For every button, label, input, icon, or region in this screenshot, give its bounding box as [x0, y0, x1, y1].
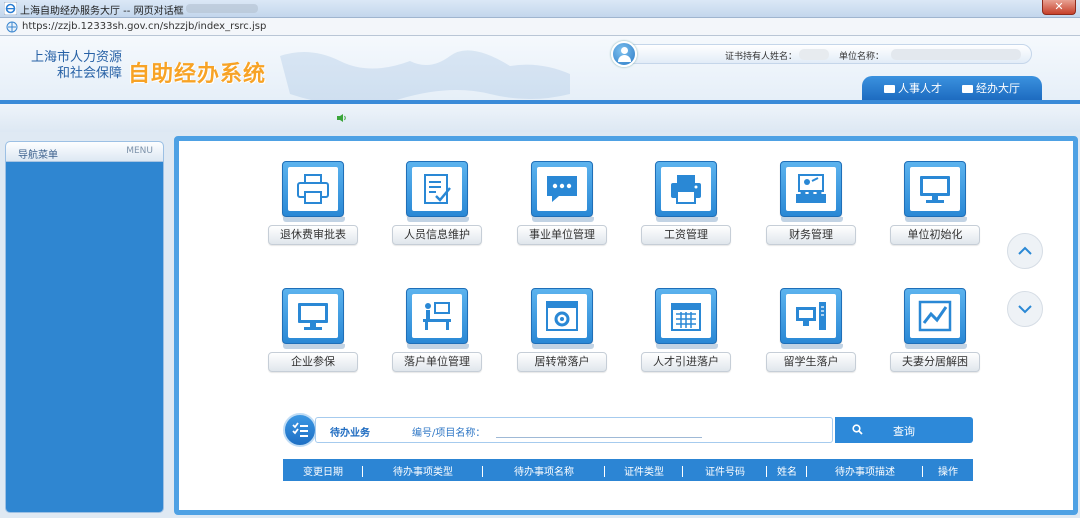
function-label: 留学生落户 — [766, 352, 856, 372]
nav-sidebar: 导航菜单 MENU — [5, 141, 164, 513]
column-header: 操作 — [938, 466, 958, 478]
user-info-bar: 证书持有人姓名： 单位名称： — [611, 41, 1032, 67]
function-overseas-student[interactable]: 留学生落户 — [766, 288, 856, 378]
system-name: 自助经办系统 — [128, 61, 267, 87]
function-label: 居转常落户 — [517, 352, 607, 372]
main-panel: 退休费审批表 人员信息维护 事业单位管理 工资管理 财务管理 单位初始化 企业参… — [174, 136, 1078, 515]
function-settlement-unit[interactable]: 落户单位管理 — [392, 288, 482, 378]
query-button[interactable]: 查询 — [835, 417, 973, 443]
computer-tower-icon — [780, 288, 843, 349]
speaker-icon[interactable] — [336, 113, 347, 123]
function-residence-transfer[interactable]: 居转常落户 — [517, 288, 607, 378]
column-header: 证件号码 — [683, 463, 767, 478]
notice-bar — [0, 104, 1080, 132]
query-button-label: 查询 — [893, 425, 915, 438]
tab-service-hall[interactable]: 经办大厅 — [962, 80, 1020, 96]
org-name: 上海市人力资源 和社会保障 — [18, 50, 122, 82]
building-icon — [962, 85, 973, 93]
chart-icon — [904, 288, 967, 349]
function-personnel-info[interactable]: 人员信息维护 — [392, 161, 482, 251]
function-unit-init[interactable]: 单位初始化 — [890, 161, 980, 251]
search-icon — [852, 424, 863, 435]
function-label: 夫妻分居解困 — [890, 352, 980, 372]
function-enterprise-insurance[interactable]: 企业参保 — [268, 288, 358, 378]
close-button[interactable]: ✕ — [1042, 0, 1076, 15]
unit-name-redacted — [891, 49, 1021, 60]
function-label: 人员信息维护 — [392, 225, 482, 245]
browser-gear-icon — [531, 288, 594, 349]
function-label: 单位初始化 — [890, 225, 980, 245]
function-label: 企业参保 — [268, 352, 358, 372]
document-edit-icon — [406, 161, 469, 222]
function-talent-settlement[interactable]: 人才引进落户 — [641, 288, 731, 378]
url-text[interactable]: https://zzjb.12333sh.gov.cn/shzzjb/index… — [22, 21, 266, 32]
column-header: 待办事项描述 — [807, 463, 923, 478]
org-name-line1: 上海市人力资源 — [30, 50, 122, 65]
function-label: 退休费审批表 — [268, 225, 358, 245]
todo-title: 待办业务 — [330, 428, 370, 439]
column-header: 待办事项名称 — [483, 463, 605, 478]
todo-table-header: 变更日期 待办事项类型 待办事项名称 证件类型 证件号码 姓名 待办事项描述 操… — [283, 459, 973, 481]
presentation-icon — [780, 161, 843, 222]
page-header: 上海市人力资源 和社会保障 自助经办系统 证书持有人姓名： 单位名称： 人事人才… — [0, 36, 1080, 100]
function-public-unit[interactable]: 事业单位管理 — [517, 161, 607, 251]
monitor-icon — [282, 288, 345, 349]
function-label: 人才引进落户 — [641, 352, 731, 372]
page-icon — [6, 21, 18, 33]
function-couple-separation[interactable]: 夫妻分居解困 — [890, 288, 980, 378]
chat-bubble-icon — [531, 161, 594, 222]
user-avatar-icon — [611, 41, 637, 67]
tab-personnel-label: 人事人才 — [898, 82, 942, 95]
column-header: 待办事项类型 — [363, 463, 483, 478]
scroll-down-button[interactable] — [1007, 291, 1043, 327]
header-tabs: 人事人才 经办大厅 — [862, 76, 1042, 100]
function-label: 落户单位管理 — [392, 352, 482, 372]
address-bar: https://zzjb.12333sh.gov.cn/shzzjb/index… — [0, 18, 1080, 36]
todo-list-icon — [283, 413, 317, 447]
todo-section: 待办业务 编号/项目名称： 查询 — [283, 413, 973, 449]
holder-name-redacted — [799, 49, 829, 60]
chevron-down-icon — [1018, 305, 1032, 314]
monitor-icon — [884, 85, 895, 93]
function-label: 财务管理 — [766, 225, 856, 245]
close-icon: ✕ — [1054, 0, 1064, 13]
org-name-line2: 和社会保障 — [56, 66, 122, 81]
function-finance[interactable]: 财务管理 — [766, 161, 856, 251]
ie-icon — [4, 2, 17, 15]
nav-sidebar-menu-label: MENU — [126, 146, 153, 156]
world-map-decoration — [280, 50, 570, 100]
printer-icon — [282, 161, 345, 222]
todo-search-bar: 待办业务 编号/项目名称： — [315, 417, 833, 443]
tab-service-hall-label: 经办大厅 — [976, 82, 1020, 95]
todo-search-input[interactable] — [496, 425, 702, 438]
window-titlebar: 上海自助经办服务大厅 -- 网页对话框 ✕ — [0, 0, 1080, 18]
monitor-icon — [904, 161, 967, 222]
desk-icon — [406, 288, 469, 349]
function-retirement-approval[interactable]: 退休费审批表 — [268, 161, 358, 251]
unit-name-label: 单位名称： — [839, 52, 885, 62]
nav-sidebar-title: 导航菜单 — [18, 150, 58, 161]
holder-name-label: 证书持有人姓名： — [725, 52, 798, 62]
column-header: 证件类型 — [605, 463, 683, 478]
calendar-icon — [655, 288, 718, 349]
column-header: 变更日期 — [283, 463, 363, 478]
function-label: 工资管理 — [641, 225, 731, 245]
window-title: 上海自助经办服务大厅 -- 网页对话框 — [20, 6, 184, 17]
nav-sidebar-header: 导航菜单 MENU — [6, 142, 163, 162]
function-salary[interactable]: 工资管理 — [641, 161, 731, 251]
todo-field-label: 编号/项目名称： — [412, 428, 486, 439]
scroll-up-button[interactable] — [1007, 233, 1043, 269]
function-label: 事业单位管理 — [517, 225, 607, 245]
column-header: 姓名 — [767, 463, 807, 478]
redacted-text — [186, 4, 258, 13]
tab-personnel[interactable]: 人事人才 — [884, 80, 942, 96]
printer-icon — [655, 161, 718, 222]
chevron-up-icon — [1018, 246, 1032, 255]
